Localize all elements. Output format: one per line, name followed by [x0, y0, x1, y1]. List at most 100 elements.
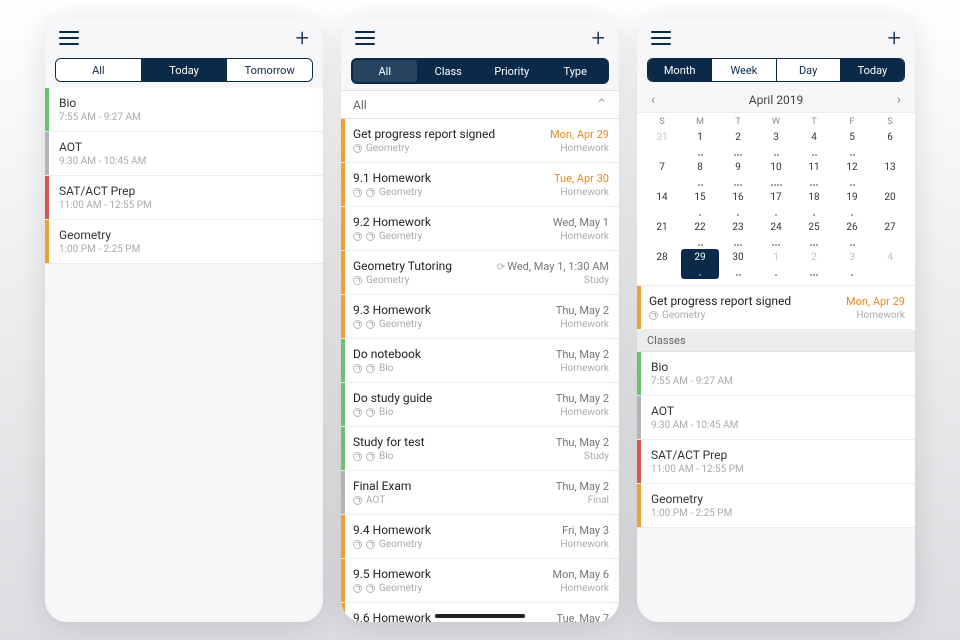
date-cell[interactable]: 4 — [871, 249, 909, 279]
date-cell[interactable]: 3 — [833, 249, 871, 279]
filter-all[interactable]: All — [353, 60, 417, 82]
assignment-item[interactable]: Final Exam Thu, May 2 AOT Final — [341, 471, 619, 515]
assignment-type: Homework — [856, 310, 905, 321]
calendar-grid: SMTWTFS 31123456789101112131415161718192… — [637, 112, 915, 286]
prev-month-icon[interactable]: ‹ — [651, 92, 655, 108]
date-cell[interactable]: 11 — [795, 159, 833, 189]
assignment-date: Tue, Apr 30 — [554, 172, 609, 185]
assignment-item[interactable]: Get progress report signed Mon, Apr 29 G… — [637, 286, 915, 330]
assignment-item[interactable]: 9.6 Homework Tue, May 7 Geometry Homewor… — [341, 603, 619, 622]
view-today[interactable]: Today — [840, 59, 904, 81]
assignment-sub: Bio — [353, 451, 393, 462]
assignment-title: 9.1 Homework — [353, 171, 431, 185]
filter-tabs: All Class Priority Type — [351, 58, 609, 84]
assignment-title: Study for test — [353, 435, 425, 449]
schedule-item[interactable]: SAT/ACT Prep 11:00 AM - 12:55 PM — [45, 176, 323, 220]
date-cell[interactable]: 20 — [871, 189, 909, 219]
class-item[interactable]: AOT 9:30 AM - 10:45 AM — [637, 396, 915, 440]
assignment-title: Final Exam — [353, 479, 411, 493]
assignment-item[interactable]: 9.1 Homework Tue, Apr 30 Geometry Homewo… — [341, 163, 619, 207]
assignment-date: Thu, May 2 — [556, 480, 609, 493]
date-cell[interactable]: 7 — [643, 159, 681, 189]
assignment-type: Study — [584, 451, 609, 462]
tab-all[interactable]: All — [56, 59, 141, 81]
assignment-item[interactable]: Geometry Tutoring ⟳Wed, May 1, 1:30 AM G… — [341, 251, 619, 295]
filter-type[interactable]: Type — [544, 60, 608, 82]
group-header[interactable]: All ⌃ — [341, 90, 619, 119]
date-cell[interactable]: 16 — [719, 189, 757, 219]
dow-cell: M — [681, 117, 719, 127]
chevron-up-icon: ⌃ — [596, 97, 607, 112]
view-day[interactable]: Day — [776, 59, 840, 81]
schedule-item[interactable]: Geometry 1:00 PM - 2:25 PM — [45, 220, 323, 264]
filter-class[interactable]: Class — [417, 60, 481, 82]
class-item[interactable]: Bio 7:55 AM - 9:27 AM — [637, 352, 915, 396]
add-button[interactable]: + — [887, 26, 901, 50]
assignment-item[interactable]: 9.2 Homework Wed, May 1 Geometry Homewor… — [341, 207, 619, 251]
date-cell[interactable]: 21 — [643, 219, 681, 249]
class-item[interactable]: SAT/ACT Prep 11:00 AM - 12:55 PM — [637, 440, 915, 484]
date-cell[interactable]: 24 — [757, 219, 795, 249]
month-label: April 2019 — [749, 93, 803, 107]
schedule-item[interactable]: AOT 9:30 AM - 10:45 AM — [45, 132, 323, 176]
date-cell[interactable]: 5 — [833, 129, 871, 159]
view-week[interactable]: Week — [711, 59, 775, 81]
date-cell[interactable]: 23 — [719, 219, 757, 249]
add-button[interactable]: + — [295, 26, 309, 50]
clock-icon — [353, 144, 362, 153]
month-header: ‹ April 2019 › — [637, 88, 915, 112]
menu-icon[interactable] — [355, 31, 375, 45]
menu-icon[interactable] — [651, 31, 671, 45]
date-cell[interactable]: 3 — [757, 129, 795, 159]
clock-icon — [353, 408, 362, 417]
date-cell[interactable]: 8 — [681, 159, 719, 189]
next-month-icon[interactable]: › — [897, 92, 901, 108]
date-cell[interactable]: 10 — [757, 159, 795, 189]
date-cell[interactable]: 18 — [795, 189, 833, 219]
class-item[interactable]: Geometry 1:00 PM - 2:25 PM — [637, 484, 915, 528]
date-cell[interactable]: 31 — [643, 129, 681, 159]
date-cell[interactable]: 12 — [833, 159, 871, 189]
date-cell[interactable]: 2 — [719, 129, 757, 159]
date-cell[interactable]: 14 — [643, 189, 681, 219]
assignments-list[interactable]: Get progress report signed Mon, Apr 29 G… — [341, 119, 619, 622]
date-cell[interactable]: 27 — [871, 219, 909, 249]
date-cell[interactable]: 28 — [643, 249, 681, 279]
topbar: + — [341, 18, 619, 54]
menu-icon[interactable] — [59, 31, 79, 45]
date-cell[interactable]: 9 — [719, 159, 757, 189]
date-cell[interactable]: 1 — [757, 249, 795, 279]
assignment-item[interactable]: Study for test Thu, May 2 Bio Study — [341, 427, 619, 471]
assignment-item[interactable]: Do study guide Thu, May 2 Bio Homework — [341, 383, 619, 427]
assignment-sub: Geometry — [353, 583, 422, 594]
date-cell[interactable]: 13 — [871, 159, 909, 189]
assignments-screen: + All Class Priority Type All ⌃ Get prog… — [341, 18, 619, 622]
assignment-item[interactable]: Do notebook Thu, May 2 Bio Homework — [341, 339, 619, 383]
date-cell[interactable]: 22 — [681, 219, 719, 249]
date-cell[interactable]: 15 — [681, 189, 719, 219]
date-cell[interactable]: 26 — [833, 219, 871, 249]
date-cell[interactable]: 19 — [833, 189, 871, 219]
assignment-type: Final — [588, 495, 609, 506]
assignment-item[interactable]: 9.5 Homework Mon, May 6 Geometry Homewor… — [341, 559, 619, 603]
date-cell[interactable]: 2 — [795, 249, 833, 279]
date-cell[interactable]: 29 — [681, 249, 719, 279]
assignment-item[interactable]: 9.3 Homework Thu, May 2 Geometry Homewor… — [341, 295, 619, 339]
add-button[interactable]: + — [591, 26, 605, 50]
view-month[interactable]: Month — [648, 59, 711, 81]
tab-today[interactable]: Today — [141, 59, 227, 81]
assignment-item[interactable]: Get progress report signed Mon, Apr 29 G… — [341, 119, 619, 163]
date-cell[interactable]: 1 — [681, 129, 719, 159]
filter-priority[interactable]: Priority — [480, 60, 544, 82]
date-cell[interactable]: 4 — [795, 129, 833, 159]
assignment-sub: Geometry — [353, 275, 409, 286]
date-cell[interactable]: 30 — [719, 249, 757, 279]
assignment-item[interactable]: 9.4 Homework Fri, May 3 Geometry Homewor… — [341, 515, 619, 559]
date-cell[interactable]: 6 — [871, 129, 909, 159]
date-cell[interactable]: 25 — [795, 219, 833, 249]
date-cell[interactable]: 17 — [757, 189, 795, 219]
schedule-item[interactable]: Bio 7:55 AM - 9:27 AM — [45, 88, 323, 132]
tab-tomorrow[interactable]: Tomorrow — [226, 59, 312, 81]
schedule-tabs: All Today Tomorrow — [55, 58, 313, 82]
assignment-title: Geometry Tutoring — [353, 259, 452, 273]
